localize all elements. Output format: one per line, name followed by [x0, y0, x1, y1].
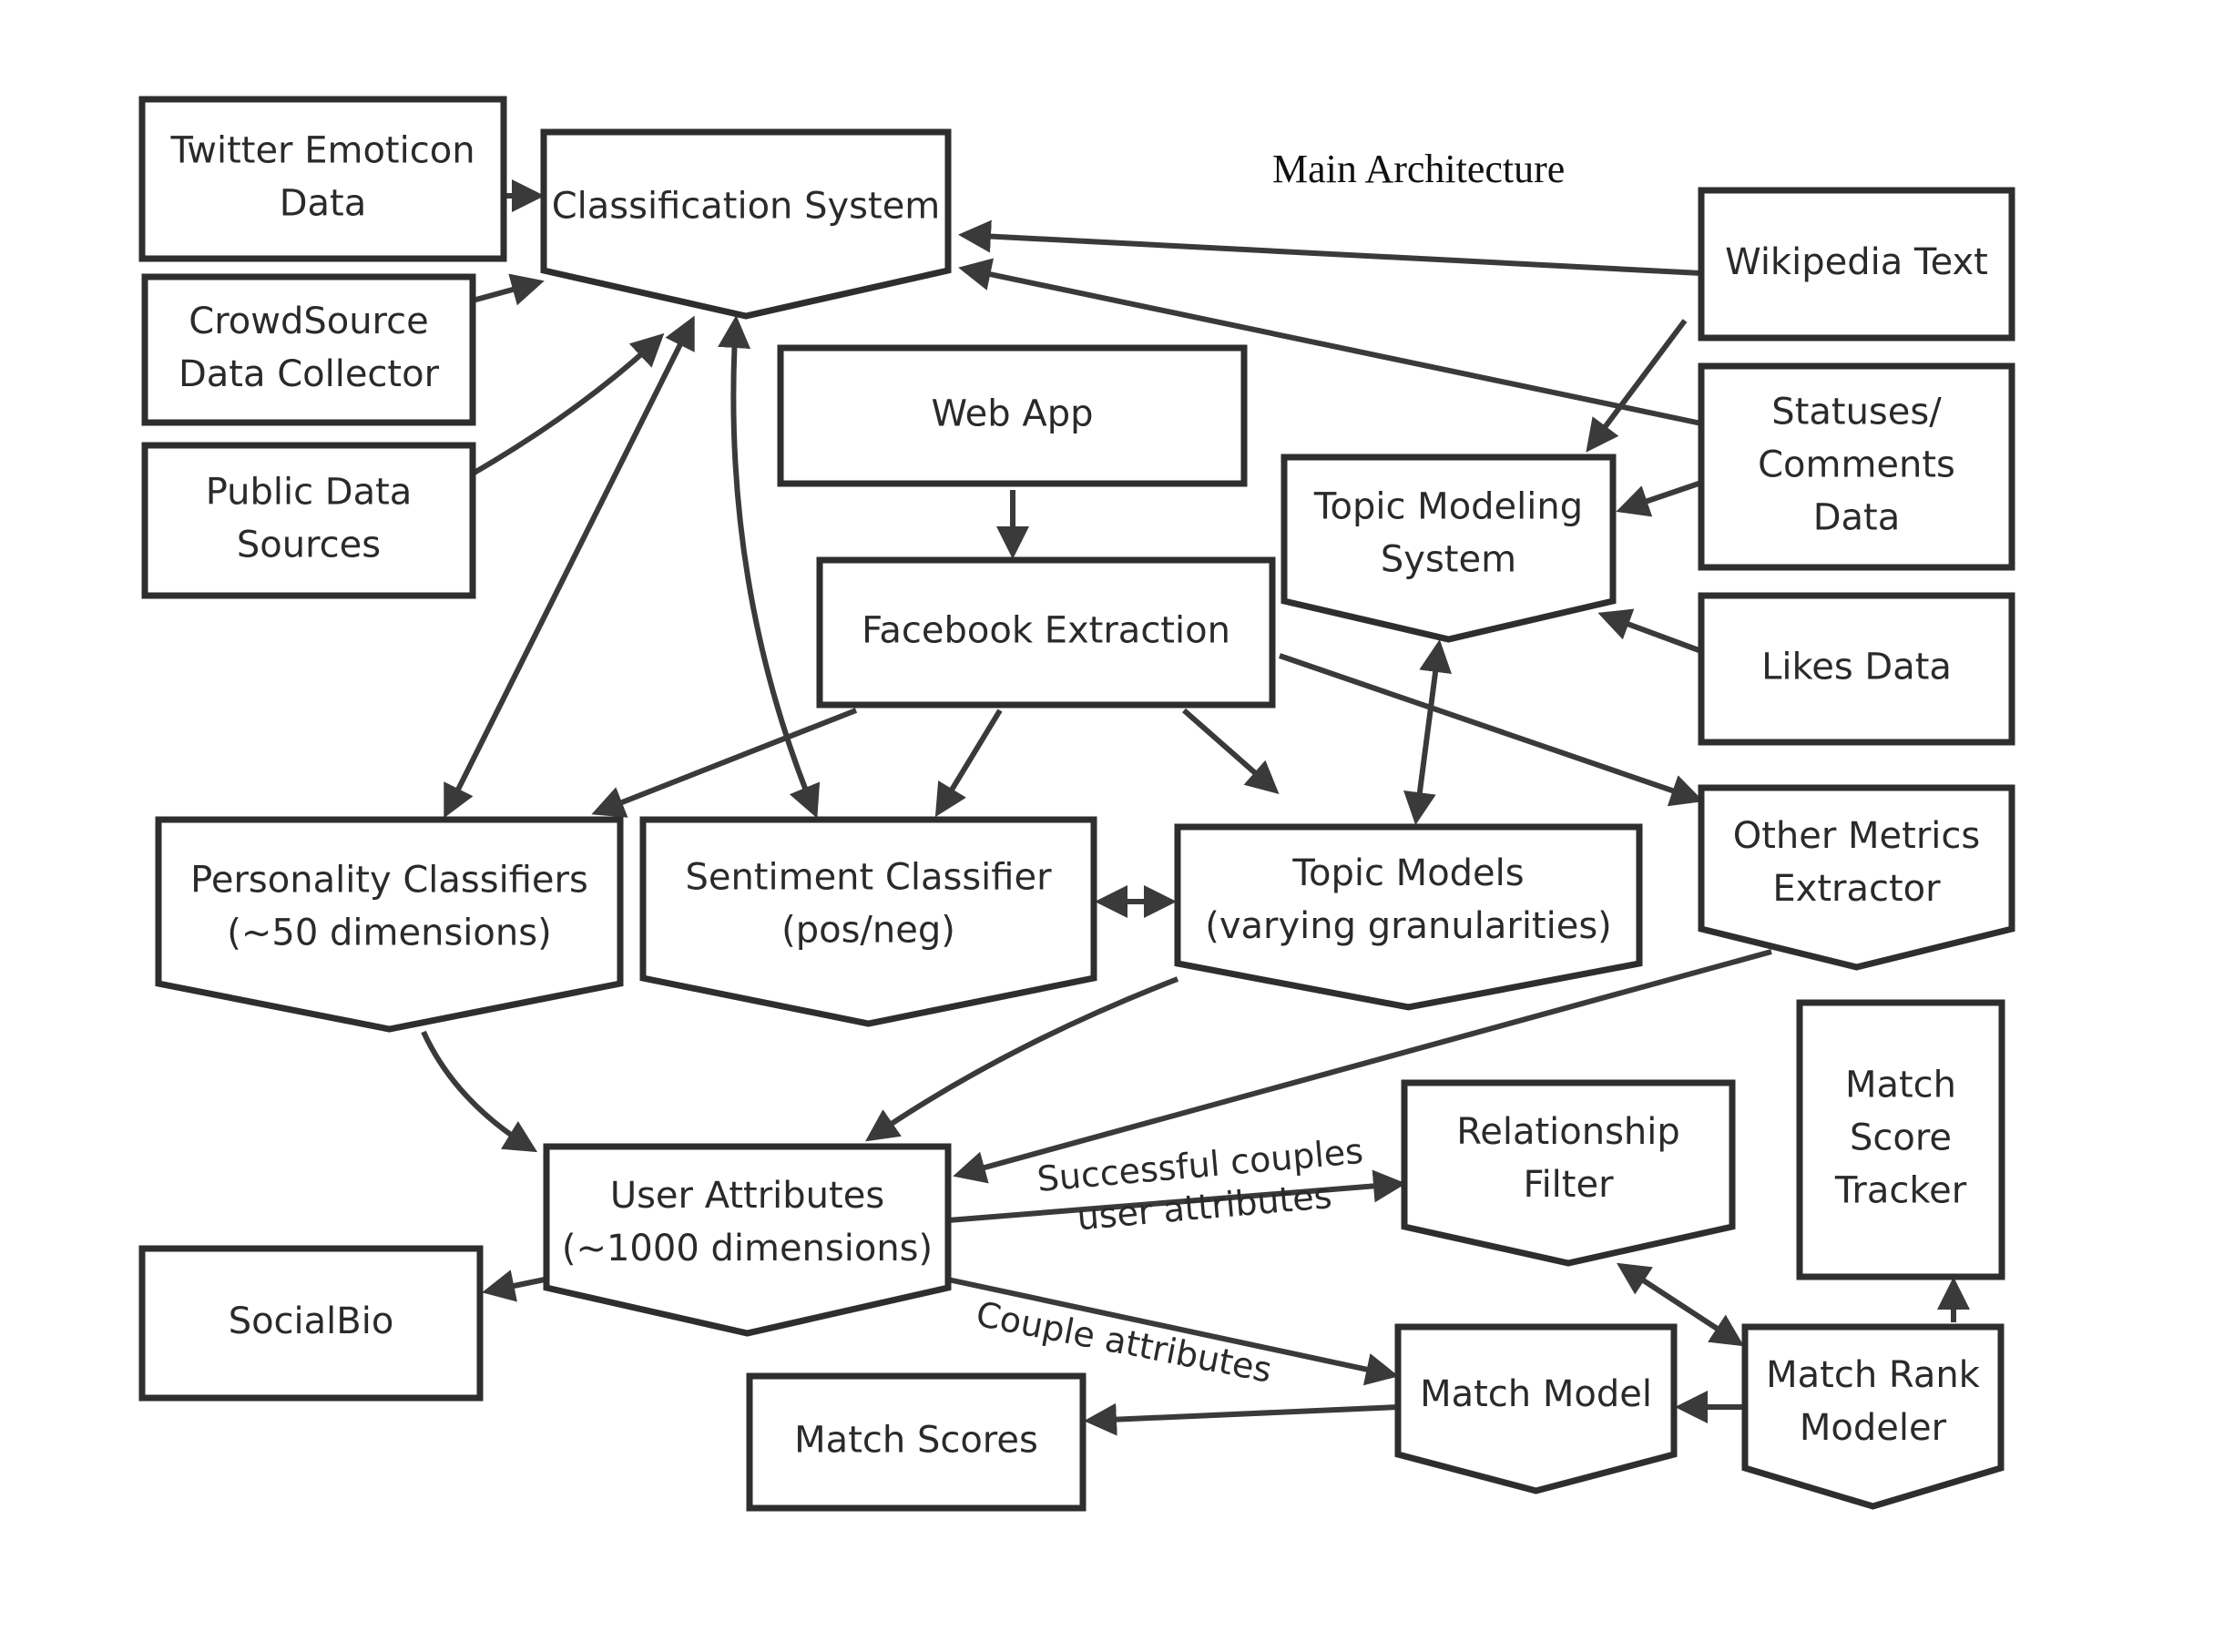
node-rankmodeler: Match Rank Modeler: [1741, 1323, 2005, 1510]
node-socialbio: SocialBio: [138, 1245, 484, 1402]
architecture-diagram: Main Architecture Twitter Emoticon Data Cl…: [138, 96, 2015, 1512]
edge-matchmodel-to-matchscores: [1084, 1402, 1399, 1436]
node-label: Data: [1813, 497, 1901, 539]
node-label: User Attributes: [610, 1175, 884, 1217]
node-label: Filter: [1523, 1164, 1614, 1206]
node-crowdsource: CrowdSource Data Collector: [141, 273, 476, 426]
node-webapp: Web App: [777, 344, 1248, 487]
edge-crowdsource-to-classification: [472, 273, 545, 306]
node-label: Personality Classifiers: [190, 860, 588, 902]
edge-facebook-to-topicmodels: [1182, 708, 1280, 794]
node-label: Sentiment Classifier: [685, 857, 1052, 899]
node-relfilter: Relationship Filter: [1401, 1079, 1736, 1267]
node-label: System: [1381, 538, 1516, 580]
node-wikipedia: Wikipedia Text: [1698, 187, 2015, 342]
edge-personality-to-userattr: [421, 1030, 538, 1153]
node-public: Public Data Sources: [141, 442, 476, 599]
node-label: CrowdSource: [189, 301, 428, 342]
node-label: Web App: [931, 393, 1093, 435]
edge-userattr-to-socialbio: [482, 1270, 546, 1302]
node-label: Match Model: [1420, 1373, 1652, 1415]
node-label: (pos/neg): [781, 910, 955, 952]
node-label: Classification System: [552, 186, 941, 228]
node-label: Tracker: [1834, 1170, 1967, 1212]
edge-label: Successful couplesuser attributes: [1036, 1131, 1365, 1238]
edge-likes-to-topicsys: [1597, 608, 1703, 654]
diagram-title: Main Architecture: [1272, 147, 1565, 191]
node-label: Match Rank: [1766, 1354, 1981, 1396]
node-label: (varying granularities): [1205, 905, 1612, 947]
node-label: Comments: [1758, 444, 1955, 486]
node-label: Score: [1850, 1117, 1952, 1159]
node-topicsys: Topic Modeling System: [1280, 454, 1617, 643]
nodes-layer: Twitter Emoticon Data Classification Syste…: [138, 96, 2015, 1512]
edge-labels-layer: Successful couplesuser attributesCouple …: [973, 1131, 1365, 1391]
node-matchscores: Match Scores: [746, 1372, 1087, 1512]
node-label: Facebook Extraction: [862, 610, 1230, 652]
edge-facebook-to-othermetrics: [1279, 653, 1704, 807]
node-label: SocialBio: [229, 1300, 394, 1342]
node-label: Extractor: [1772, 868, 1941, 910]
node-topicmodels: Topic Models (varying granularities): [1174, 823, 1643, 1011]
node-label: Sources: [237, 525, 381, 566]
node-twitter: Twitter Emoticon Data: [138, 96, 507, 262]
edge-public-to-classification: [471, 332, 665, 476]
node-label: Data: [280, 183, 367, 225]
node-likes: Likes Data: [1698, 592, 2015, 746]
edge-topicsys-to-topicmodels: [1403, 639, 1452, 825]
node-tracker: Match Score Tracker: [1796, 999, 2005, 1280]
node-label: Match: [1845, 1065, 1956, 1106]
node-label: (~1000 dimensions): [562, 1228, 933, 1270]
node-label: Statuses/: [1771, 392, 1942, 433]
node-label: Twitter Emoticon: [169, 130, 474, 172]
node-label: Public Data: [206, 472, 413, 514]
node-shape-rect: [141, 442, 476, 599]
node-label: Wikipedia Text: [1725, 241, 1988, 283]
node-label: Modeler: [1800, 1407, 1947, 1449]
node-matchmodel: Match Model: [1394, 1323, 1678, 1494]
node-shape-rect: [141, 273, 476, 426]
node-shape-rect: [138, 96, 507, 262]
node-label: Topic Models: [1291, 852, 1524, 894]
edge-facebook-to-personality: [591, 708, 858, 818]
edge-facebook-to-sentiment: [934, 709, 1003, 818]
node-label: Relationship: [1456, 1111, 1680, 1153]
node-label: Match Scores: [794, 1420, 1038, 1462]
node-classification: Classification System: [540, 128, 952, 320]
node-userattr: User Attributes (~1000 dimensions): [543, 1143, 952, 1337]
edge-statuses-to-topicsys: [1616, 480, 1702, 517]
edge-wikipedia-to-topicsys: [1586, 319, 1688, 453]
node-label: (~50 dimensions): [227, 913, 551, 954]
node-label: Other Metrics: [1733, 815, 1980, 857]
node-sentiment: Sentiment Classifier (pos/neg): [639, 816, 1097, 1027]
node-statuses: Statuses/Comments Data: [1698, 362, 2015, 571]
node-label: Data Collector: [179, 353, 440, 395]
node-facebook: Facebook Extraction: [816, 556, 1276, 709]
node-othermetrics: Other Metrics Extractor: [1698, 784, 2015, 971]
node-label: Topic Modeling: [1313, 485, 1583, 527]
node-label: Likes Data: [1761, 647, 1952, 688]
edge-wikipedia-to-classification: [958, 219, 1702, 276]
edge-classification-to-personality: [444, 315, 695, 819]
node-personality: Personality Classifiers (~50 dimensions): [155, 816, 624, 1033]
